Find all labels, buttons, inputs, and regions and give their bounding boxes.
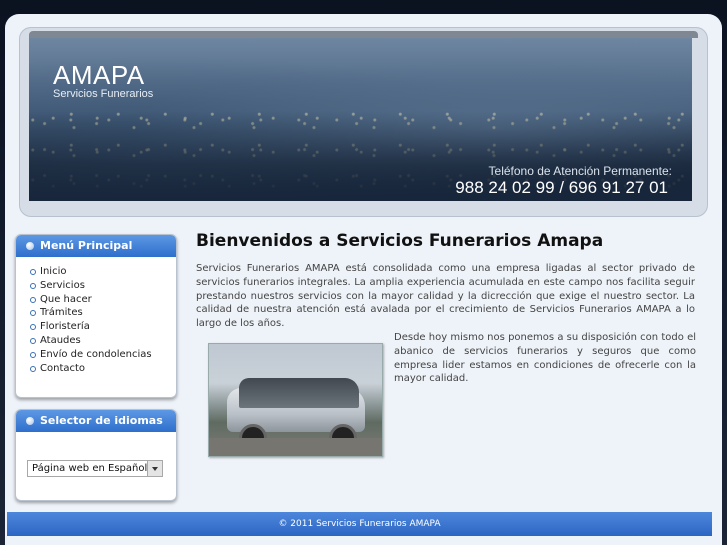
menu-item-ataudes[interactable]: Ataudes xyxy=(30,334,176,348)
menu-item-envio-condolencias[interactable]: Envío de condolencias xyxy=(30,348,176,362)
phone-label: Teléfono de Atención Permanente: xyxy=(488,164,672,178)
menu-item-floristeria[interactable]: Floristería xyxy=(30,320,176,334)
footer: © 2011 Servicios Funerarios AMAPA xyxy=(7,512,712,536)
footer-copyright: © 2011 Servicios Funerarios AMAPA xyxy=(278,519,441,529)
services-paragraph: Desde hoy mismo nos ponemos a su disposi… xyxy=(394,332,696,385)
page-title: Bienvenidos a Servicios Funerarios Amapa xyxy=(196,231,604,251)
main-menu-list: Inicio Servicios Que hacer Trámites Flor… xyxy=(16,257,176,375)
bullet-icon xyxy=(26,417,34,425)
header-top-bar xyxy=(29,31,698,38)
main-menu-box: Menú Principal Inicio Servicios Que hace… xyxy=(15,234,177,398)
phone-number: 988 24 02 99 / 696 91 27 01 xyxy=(455,178,668,197)
language-box: Selector de idiomas Página web en Españo… xyxy=(15,409,177,501)
language-select-value: Página web en Español xyxy=(32,463,148,474)
language-select[interactable]: Página web en Español xyxy=(27,460,163,477)
header: AMAPA Servicios Funerarios Teléfono de A… xyxy=(19,27,708,217)
bullet-icon xyxy=(26,242,34,250)
chevron-down-icon[interactable] xyxy=(147,461,162,476)
main-menu-header: Menú Principal xyxy=(16,235,176,257)
road-shape xyxy=(209,438,382,456)
logo-subtitle: Servicios Funerarios xyxy=(53,88,154,100)
language-header: Selector de idiomas xyxy=(16,410,176,432)
menu-item-contacto[interactable]: Contacto xyxy=(30,362,176,376)
hearse-photo xyxy=(208,343,383,457)
intro-paragraph: Servicios Funerarios AMAPA está consolid… xyxy=(196,263,695,330)
menu-item-inicio[interactable]: Inicio xyxy=(30,265,176,279)
menu-item-servicios[interactable]: Servicios xyxy=(30,279,176,293)
car-window-shape xyxy=(239,378,359,408)
header-banner: AMAPA Servicios Funerarios Teléfono de A… xyxy=(29,38,692,201)
menu-item-tramites[interactable]: Trámites xyxy=(30,306,176,320)
logo-title[interactable]: AMAPA xyxy=(53,60,145,91)
language-title: Selector de idiomas xyxy=(40,414,163,427)
menu-item-que-hacer[interactable]: Que hacer xyxy=(30,293,176,307)
main-menu-title: Menú Principal xyxy=(40,239,133,252)
